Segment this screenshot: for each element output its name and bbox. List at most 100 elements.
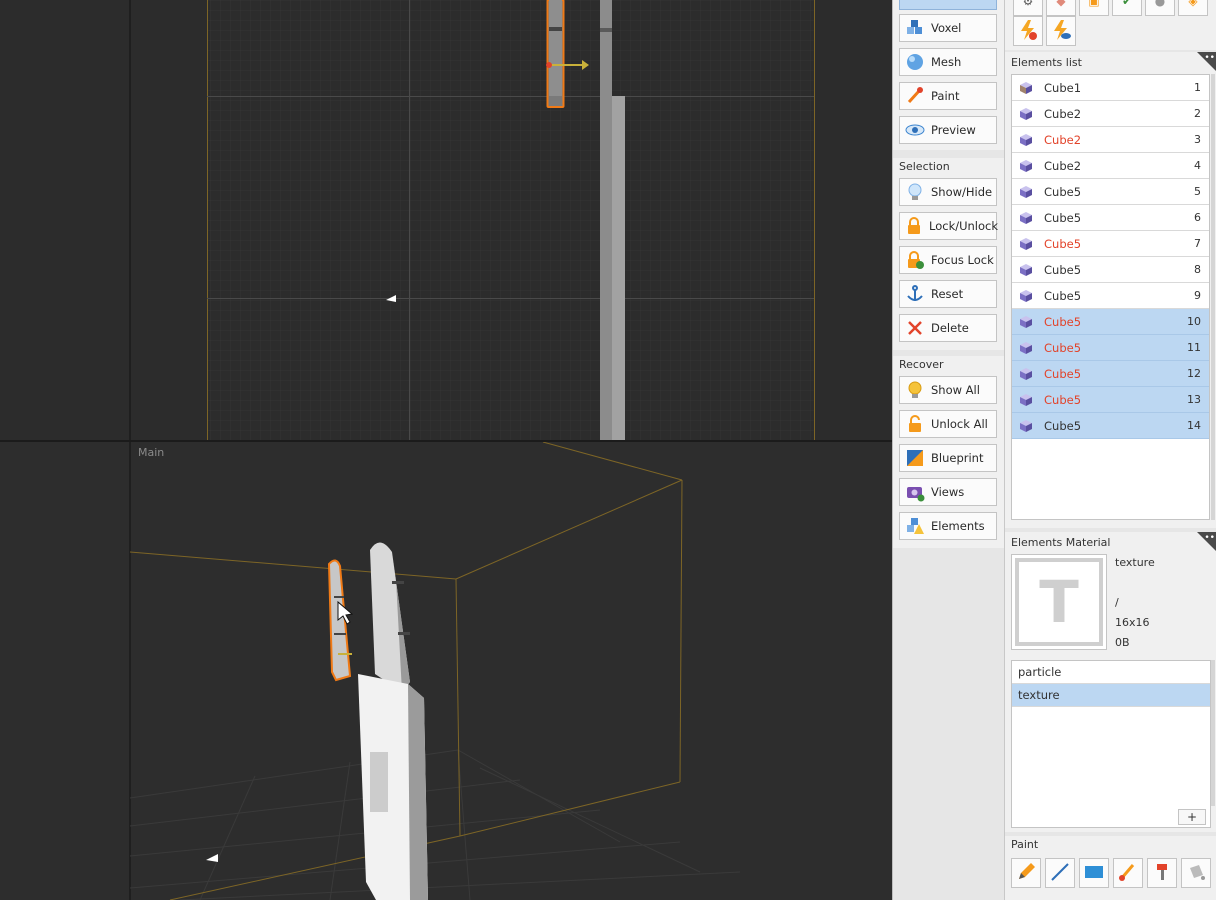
line-tool-button[interactable]: [1045, 858, 1075, 888]
list-item-name: Cube5: [1044, 418, 1082, 433]
cube-icon: [1020, 81, 1032, 94]
blocks-button[interactable]: ▣: [1079, 0, 1109, 16]
brush-tool-button[interactable]: [1113, 858, 1143, 888]
blueprint-button[interactable]: Blueprint: [899, 444, 997, 472]
list-item-name: Cube5: [1044, 262, 1082, 277]
settings-gear-button[interactable]: ⚙: [1013, 0, 1043, 16]
list-item[interactable]: Cube5 5: [1012, 179, 1209, 205]
mode-button-active[interactable]: [899, 0, 997, 10]
elements-list-header: Elements list ••: [1005, 52, 1216, 74]
lightning-view-button[interactable]: [1046, 16, 1076, 46]
list-item-index: 14: [1187, 419, 1201, 432]
list-item-index: 1: [1194, 81, 1201, 94]
unlock-all-button[interactable]: Unlock All: [899, 410, 997, 438]
list-item[interactable]: Cube2 4: [1012, 153, 1209, 179]
voxel-button[interactable]: Voxel: [899, 14, 997, 42]
paint-brush-icon: [904, 85, 926, 107]
show-hide-button[interactable]: Show/Hide: [899, 178, 997, 206]
list-item-name: Cube5: [1044, 210, 1082, 225]
mesh-sphere-icon: [904, 51, 926, 73]
list-item[interactable]: Cube5 12: [1012, 361, 1209, 387]
selection-section: Selection Show/Hide Lock/Unlock Focus Lo…: [893, 158, 1005, 350]
list-item[interactable]: Cube5 7: [1012, 231, 1209, 257]
show-all-label: Show All: [931, 383, 980, 397]
list-item[interactable]: Cube2 2: [1012, 101, 1209, 127]
check-button[interactable]: ✔: [1112, 0, 1142, 16]
material-button[interactable]: ◆: [1046, 0, 1076, 16]
list-item-name: Cube5: [1044, 366, 1082, 381]
rectangle-tool-button[interactable]: [1079, 858, 1109, 888]
preview-button[interactable]: Preview: [899, 116, 997, 144]
misc-icon: ◈: [1188, 0, 1198, 8]
cube-icon: [1020, 185, 1032, 198]
material-list-scrollbar[interactable]: [1211, 660, 1215, 806]
selection-title: Selection: [899, 160, 950, 173]
elements-button[interactable]: Elements: [899, 512, 997, 540]
lightning-off-icon: [1017, 19, 1039, 44]
cube-icon: [1020, 237, 1032, 250]
delete-x-icon: [904, 317, 926, 339]
list-item-index: 6: [1194, 211, 1201, 224]
pencil-tool-button[interactable]: [1011, 858, 1041, 888]
top-viewport-canvas: [0, 0, 892, 440]
misc-button[interactable]: ◈: [1178, 0, 1208, 16]
list-item-name: Cube5: [1044, 236, 1082, 251]
lock-unlock-label: Lock/Unlock: [929, 219, 999, 233]
list-item-index: 12: [1187, 367, 1201, 380]
elements-list-section: Elements list •• Cube1 1 Cube2 2 Cube2 3 Cube2…: [1005, 52, 1216, 528]
material-name: texture: [1115, 556, 1155, 569]
list-item[interactable]: Cube5 11: [1012, 335, 1209, 361]
select-arrow-icon: [904, 0, 926, 8]
sphere-button[interactable]: ●: [1145, 0, 1175, 16]
lightning-off-button[interactable]: [1013, 16, 1043, 46]
list-item[interactable]: Cube5 6: [1012, 205, 1209, 231]
paint-label: Paint: [931, 89, 960, 103]
mode-section: Voxel Mesh Paint Preview: [893, 0, 1005, 150]
bucket-tool-button[interactable]: [1181, 858, 1211, 888]
material-item-texture[interactable]: texture: [1012, 684, 1210, 707]
material-thumbnail[interactable]: T: [1011, 554, 1107, 650]
list-item-name: Cube1: [1044, 80, 1082, 95]
show-all-button[interactable]: Show All: [899, 376, 997, 404]
delete-button[interactable]: Delete: [899, 314, 997, 342]
elements-list[interactable]: Cube1 1 Cube2 2 Cube2 3 Cube2 4 Cube5 5 Cube5 6 Cube…: [1011, 74, 1210, 520]
anchor-icon: [904, 283, 926, 305]
top-viewport[interactable]: [0, 0, 892, 440]
material-item-particle[interactable]: particle: [1012, 661, 1210, 684]
check-icon: ✔: [1121, 0, 1133, 8]
show-hide-label: Show/Hide: [931, 185, 993, 199]
color-picker-tool-button[interactable]: [1147, 858, 1177, 888]
tool-column: Voxel Mesh Paint Preview Selection Show/…: [892, 0, 1005, 900]
elements-list-scrollbar[interactable]: [1211, 74, 1215, 520]
list-item[interactable]: Cube5 13: [1012, 387, 1209, 413]
material-list[interactable]: particle texture +: [1011, 660, 1211, 828]
list-item-name: Cube5: [1044, 392, 1082, 407]
list-item[interactable]: Cube5 14: [1012, 413, 1209, 439]
focus-lock-button[interactable]: Focus Lock: [899, 246, 997, 274]
list-item[interactable]: Cube5 10: [1012, 309, 1209, 335]
color-picker-icon: [1151, 861, 1173, 886]
list-item-index: 9: [1194, 289, 1201, 302]
focus-lock-icon: [904, 249, 926, 271]
list-item[interactable]: Cube1 1: [1012, 75, 1209, 101]
list-item-index: 10: [1187, 315, 1201, 328]
cube-icon: [1020, 367, 1032, 380]
mesh-button[interactable]: Mesh: [899, 48, 997, 76]
cube-icon: [1020, 393, 1032, 406]
paint-button[interactable]: Paint: [899, 82, 997, 110]
list-item[interactable]: Cube5 9: [1012, 283, 1209, 309]
lock-unlock-button[interactable]: Lock/Unlock: [899, 212, 999, 240]
reset-button[interactable]: Reset: [899, 280, 997, 308]
reset-label: Reset: [931, 287, 964, 301]
voxel-label: Voxel: [931, 21, 962, 35]
list-item-index: 3: [1194, 133, 1201, 146]
main-viewport[interactable]: Main: [0, 442, 892, 900]
rectangle-icon: [1083, 861, 1105, 886]
add-material-button[interactable]: +: [1178, 809, 1206, 825]
list-item[interactable]: Cube5 8: [1012, 257, 1209, 283]
elements-material-section: Elements Material •• T texture / 16x16 0…: [1005, 532, 1216, 832]
list-item[interactable]: Cube2 3: [1012, 127, 1209, 153]
views-button[interactable]: Views: [899, 478, 997, 506]
preview-eye-icon: [904, 119, 926, 141]
material-path: /: [1115, 596, 1119, 609]
